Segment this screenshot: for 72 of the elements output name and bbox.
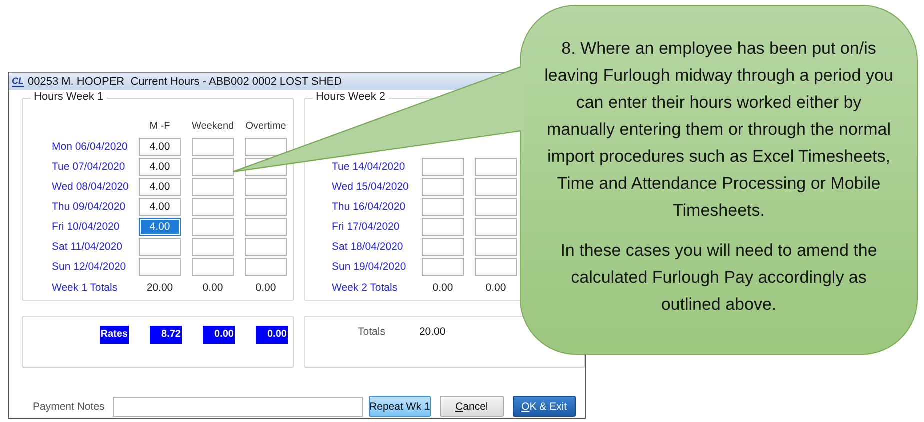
hours-field[interactable] [475, 178, 518, 196]
hours-field[interactable] [192, 158, 234, 176]
hours-field[interactable] [422, 158, 464, 176]
hours-field[interactable]: 4.00 [139, 138, 181, 156]
total-value: 0.00 [202, 282, 224, 294]
hours-field[interactable]: 4.00 [139, 218, 181, 236]
hours-field[interactable] [475, 158, 518, 176]
date-label: Sun 19/04/2020 [332, 261, 408, 273]
date-label: Sat 11/04/2020 [52, 241, 124, 253]
date-label: Tue 07/04/2020 [52, 161, 126, 173]
callout-text: In these cases you will need to amend the calculated Furlough Pay accordingly as outlined above. [560, 240, 878, 316]
hours-field[interactable] [245, 258, 287, 276]
column-header: M -F [148, 120, 172, 134]
rate-value: 8.72 [150, 326, 182, 344]
hours-field[interactable] [475, 218, 518, 236]
total-value: 0.00 [254, 282, 278, 294]
hours-field[interactable] [192, 218, 234, 236]
hours-field[interactable] [422, 218, 464, 236]
hours-field[interactable] [245, 238, 287, 256]
hours-field[interactable] [245, 138, 287, 156]
hours-field[interactable] [139, 238, 181, 256]
date-label: Sun 12/04/2020 [52, 261, 128, 273]
dialog-button[interactable]: Cancel [440, 396, 504, 417]
date-label: Thu 09/04/2020 [52, 201, 127, 213]
hours-field[interactable] [475, 258, 518, 276]
notes-field[interactable] [112, 396, 363, 416]
app-logo: CL [12, 76, 24, 86]
totals-value: 20.00 [419, 326, 446, 338]
hours-field[interactable] [422, 178, 464, 196]
column-header: Weekend [192, 120, 234, 134]
totals-label: Totals [358, 326, 386, 338]
total-value: 0.00 [484, 282, 508, 294]
hours-field[interactable] [245, 218, 287, 236]
totals-label: Week 2 Totals [332, 282, 399, 294]
payment-notes-label: Payment Notes [33, 400, 105, 412]
date-label: Tue 14/04/2020 [332, 161, 406, 173]
hours-field[interactable]: 4.00 [139, 198, 181, 216]
hours-field[interactable] [139, 258, 181, 276]
hours-field[interactable] [245, 198, 287, 216]
column-header: Overtime [245, 120, 287, 134]
date-label: Wed 08/04/2020 [52, 181, 128, 193]
callout-text: 8. Where an employee has been put on/is leaving Furlough midway through a period you can enter their hours worked either by manually entering them or through the normal import procedures such as Excel Timesheets, Time and Attendance Processing or Mobile Timesheets. [544, 38, 894, 222]
dialog-button[interactable]: Repeat Wk 1 [368, 396, 432, 417]
date-label: Sat 18/04/2020 [332, 241, 404, 253]
hours-field[interactable] [192, 198, 234, 216]
group-title: Hours Week 1 [31, 91, 106, 103]
date-label: Mon 06/04/2020 [52, 141, 128, 153]
hours-field[interactable] [422, 258, 464, 276]
hours-field[interactable]: 4.00 [139, 158, 181, 176]
hours-field[interactable] [192, 138, 234, 156]
date-label: Fri 10/04/2020 [52, 221, 121, 233]
hours-field[interactable] [192, 178, 234, 196]
hours-field[interactable] [245, 178, 287, 196]
hours-field[interactable] [192, 258, 234, 276]
date-label: Wed 15/04/2020 [332, 181, 410, 193]
window-title: 00253 M. HOOPER Current Hours - ABB002 0002 LOST SHED [28, 76, 342, 88]
dialog-button[interactable]: OK & Exit [512, 396, 576, 417]
date-label: Thu 16/04/2020 [332, 201, 407, 213]
total-value: 0.00 [432, 282, 454, 294]
hours-field[interactable]: 4.00 [139, 178, 181, 196]
total-value: 20.00 [146, 282, 174, 294]
date-label: Fri 17/04/2020 [332, 221, 401, 233]
hours-field[interactable] [475, 198, 518, 216]
rate-value: 0.00 [256, 326, 288, 344]
hours-field[interactable] [475, 238, 518, 256]
hours-field[interactable] [422, 238, 464, 256]
hours-field[interactable] [192, 238, 234, 256]
rates-label: Rates [100, 326, 129, 344]
rate-value: 0.00 [203, 326, 235, 344]
hours-field[interactable] [422, 198, 464, 216]
totals-label: Week 1 Totals [52, 282, 119, 294]
group-title: Hours Week 2 [313, 91, 389, 103]
